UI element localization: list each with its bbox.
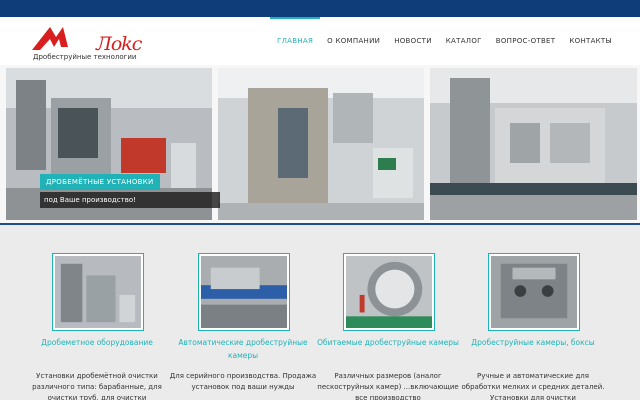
slide-image-2 — [218, 68, 424, 220]
nav-item-faq[interactable]: ВОПРОС-ОТВЕТ — [489, 17, 563, 65]
product-title[interactable]: Дробеструйные камеры, боксы — [458, 336, 608, 349]
top-bar — [0, 0, 640, 17]
product-thumbnail[interactable] — [488, 253, 580, 331]
site-header: Лokc Дробеструйные технологии ГЛАВНАЯ О … — [0, 17, 640, 65]
product-description: Установки дробемётной очистки различного… — [32, 372, 162, 400]
product-description: Различных размеров (аналог пескоструйных… — [317, 372, 459, 400]
product-title[interactable]: Автоматические дробеструйные камеры — [168, 336, 318, 362]
product-thumbnail[interactable] — [343, 253, 435, 331]
nav-item-catalog[interactable]: КАТАЛОГ — [439, 17, 489, 65]
tagline: Дробеструйные технологии — [33, 53, 137, 61]
logo-text: Лokc — [96, 33, 142, 55]
product-title[interactable]: Обитаемые дробеструйные камеры — [313, 336, 463, 349]
logo[interactable]: Лokc — [30, 23, 142, 55]
product-thumbnail[interactable] — [52, 253, 144, 331]
product-description: Для серийного производства. Продажа уста… — [169, 372, 317, 391]
nav-item-news[interactable]: НОВОСТИ — [387, 17, 439, 65]
products-section: Дробеметное оборудование Установки дробе… — [0, 225, 640, 400]
nav-item-contacts[interactable]: КОНТАКТЫ — [562, 17, 619, 65]
slide-caption-subtitle: под Ваше производство! — [40, 192, 220, 208]
hero-slider[interactable]: ДРОБЕМЁТНЫЕ УСТАНОВКИ под Ваше производс… — [0, 65, 640, 223]
main-nav: ГЛАВНАЯ О КОМПАНИИ НОВОСТИ КАТАЛОГ ВОПРО… — [270, 17, 619, 65]
nav-item-home[interactable]: ГЛАВНАЯ — [270, 17, 321, 65]
nav-item-about[interactable]: О КОМПАНИИ — [320, 17, 387, 65]
product-title[interactable]: Дробеметное оборудование — [22, 336, 172, 349]
product-thumbnail[interactable] — [198, 253, 290, 331]
slide-caption-title: ДРОБЕМЁТНЫЕ УСТАНОВКИ — [40, 174, 160, 190]
slide-image-3 — [430, 68, 637, 220]
product-description: Ручные и автоматические для обработки ме… — [461, 372, 605, 400]
